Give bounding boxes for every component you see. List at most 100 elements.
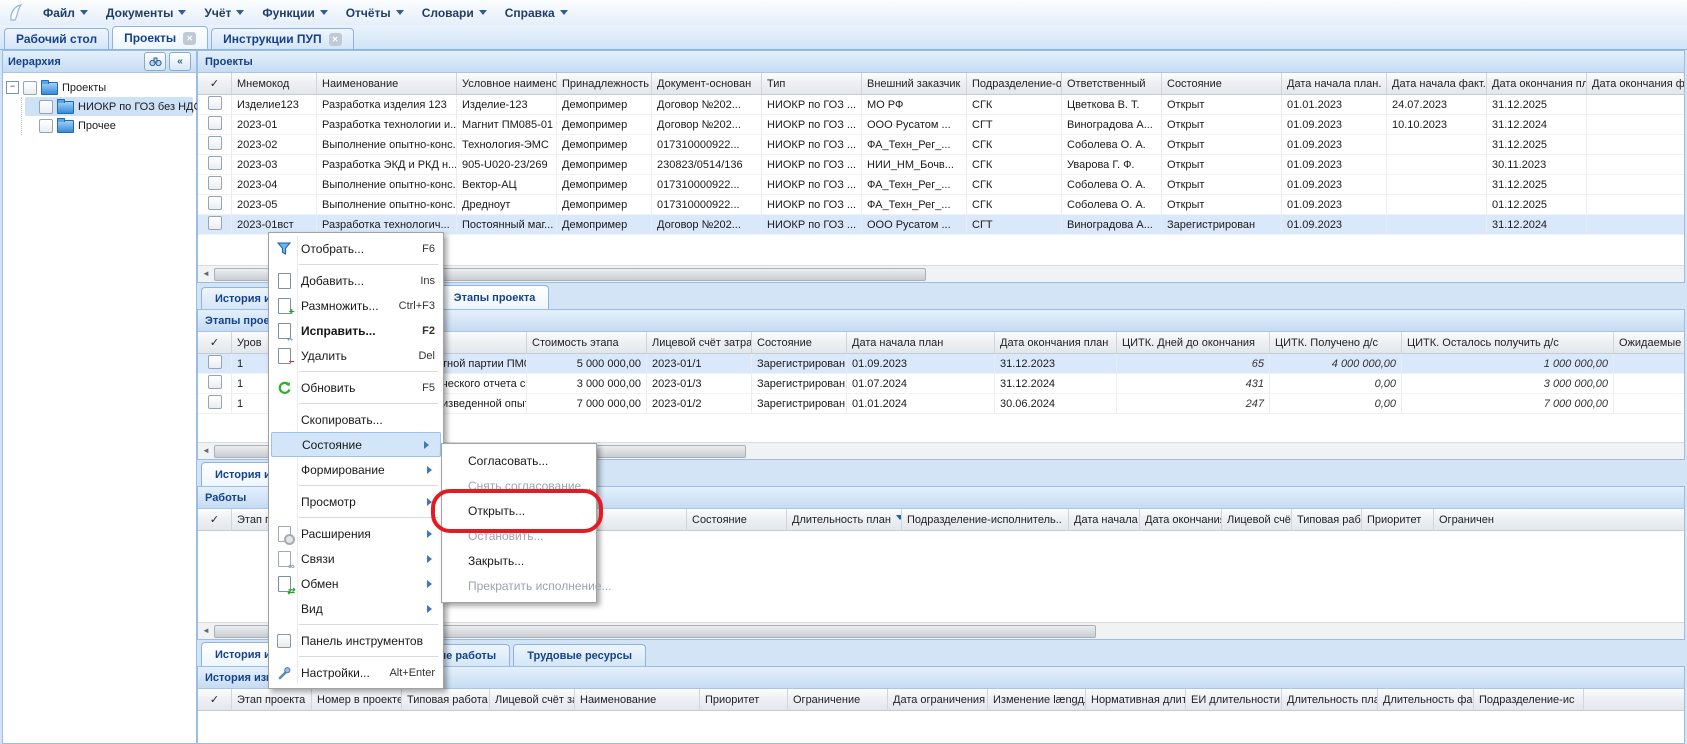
- column-header[interactable]: Состояние: [1162, 73, 1282, 95]
- column-header[interactable]: Типовая работа: [402, 689, 490, 711]
- menu-item-state[interactable]: Состояние: [271, 432, 441, 457]
- column-header[interactable]: Дата начала план.: [1069, 509, 1140, 531]
- select-all-header[interactable]: ✓: [198, 689, 232, 711]
- tree-node-root[interactable]: − Проекты: [6, 78, 193, 97]
- close-icon[interactable]: ✕: [183, 32, 196, 45]
- select-all-header[interactable]: ✓: [198, 332, 232, 354]
- tab-desktop[interactable]: Рабочий стол: [4, 28, 109, 49]
- menu-help[interactable]: Справка: [496, 4, 577, 22]
- menu-item-duplicate[interactable]: +Размножить...Ctrl+F3: [269, 293, 443, 318]
- column-header[interactable]: ЕИ длительности: [1186, 689, 1282, 711]
- column-header[interactable]: Состояние: [752, 332, 847, 354]
- menu-dictionaries[interactable]: Словари: [413, 4, 496, 22]
- row-checkbox[interactable]: [208, 355, 222, 369]
- submenu-item-open[interactable]: Открыть...: [442, 498, 596, 523]
- table-row[interactable]: Изделие123Разработка изделия 123Изделие-…: [198, 95, 1684, 115]
- scroll-left-icon[interactable]: ◄: [198, 623, 214, 639]
- column-header[interactable]: Ответственный: [1062, 73, 1162, 95]
- menu-reports[interactable]: Отчёты: [337, 4, 413, 22]
- collapse-expander-icon[interactable]: −: [6, 81, 19, 94]
- column-header[interactable]: Ожидаемые р: [1614, 332, 1684, 354]
- column-header[interactable]: Мнемокод: [232, 73, 317, 95]
- menu-item-edit[interactable]: ↔Исправить...F2: [269, 318, 443, 343]
- table-row[interactable]: 2023-04Выполнение опытно-конс...Вектор-А…: [198, 175, 1684, 195]
- column-header[interactable]: ЦИТК. Получено д/с: [1270, 332, 1402, 354]
- column-header-sorted[interactable]: Длительность план: [787, 509, 902, 531]
- column-header[interactable]: Внешний заказчик: [862, 73, 967, 95]
- row-checkbox[interactable]: [208, 156, 222, 170]
- column-header[interactable]: ЦИТК. Дней до окончания: [1117, 332, 1270, 354]
- menu-item-refresh[interactable]: ОбновитьF5: [269, 375, 443, 400]
- column-header[interactable]: Дата начала план: [847, 332, 995, 354]
- menu-item-extensions[interactable]: Расширения: [269, 521, 443, 546]
- select-all-header[interactable]: ✓: [198, 73, 232, 95]
- column-header[interactable]: Ограничен: [1434, 509, 1684, 531]
- menu-item-delete[interactable]: −УдалитьDel: [269, 343, 443, 368]
- row-checkbox[interactable]: [208, 196, 222, 210]
- column-header[interactable]: Документ-основан: [652, 73, 762, 95]
- column-header[interactable]: Изменение længдлител: [988, 689, 1086, 711]
- search-button[interactable]: [144, 52, 166, 71]
- table-row[interactable]: 2023-05Выполнение опытно-конс...Дредноут…: [198, 195, 1684, 215]
- scroll-left-icon[interactable]: ◄: [198, 443, 214, 459]
- column-header[interactable]: Дата окончания план: [995, 332, 1117, 354]
- table-row[interactable]: 2023-01Разработка технологии и...Магнит …: [198, 115, 1684, 135]
- column-header[interactable]: Состояние: [687, 509, 787, 531]
- column-header[interactable]: Лицевой счёт затрат.: [647, 332, 752, 354]
- menu-item-appearance[interactable]: Вид: [269, 596, 443, 621]
- column-header[interactable]: Приоритет: [1362, 509, 1434, 531]
- column-header[interactable]: Дата окончания пл: [1487, 73, 1587, 95]
- tab-projects[interactable]: Проекты✕: [112, 26, 208, 49]
- menu-accounting[interactable]: Учёт: [195, 4, 253, 22]
- menu-item-exchange[interactable]: ⇄Обмен: [269, 571, 443, 596]
- column-header[interactable]: Подразделение-от: [967, 73, 1062, 95]
- row-checkbox[interactable]: [208, 395, 222, 409]
- menu-functions[interactable]: Функции: [253, 4, 336, 22]
- select-all-header[interactable]: ✓: [198, 509, 232, 531]
- tab-instructions[interactable]: Инструкции ПУП✕: [211, 28, 353, 49]
- column-header[interactable]: [1584, 689, 1684, 711]
- column-header[interactable]: Уров: [232, 332, 270, 354]
- column-header[interactable]: Лицевой счёт затр: [490, 689, 575, 711]
- column-header[interactable]: Условное наименова: [457, 73, 557, 95]
- column-header[interactable]: Номер в проекте: [312, 689, 402, 711]
- menu-item-formation[interactable]: Формирование: [269, 457, 443, 482]
- row-checkbox[interactable]: [208, 216, 222, 230]
- scroll-left-icon[interactable]: ◄: [198, 266, 214, 282]
- row-checkbox[interactable]: [208, 375, 222, 389]
- column-header[interactable]: Нормативная длит: [1086, 689, 1186, 711]
- row-checkbox[interactable]: [208, 176, 222, 190]
- menu-item-add[interactable]: Добавить...Ins: [269, 268, 443, 293]
- close-icon[interactable]: ✕: [329, 33, 342, 46]
- column-header[interactable]: Длительность фак: [1378, 689, 1474, 711]
- menu-file[interactable]: Файл: [34, 4, 97, 22]
- column-header[interactable]: Принадлежность: [557, 73, 652, 95]
- tree-checkbox[interactable]: [23, 81, 37, 95]
- collapse-panel-button[interactable]: «: [169, 52, 191, 71]
- column-header[interactable]: Наименование: [317, 73, 457, 95]
- column-header[interactable]: Тип: [762, 73, 862, 95]
- tree-node-other[interactable]: Прочее: [25, 116, 193, 135]
- column-header[interactable]: Приоритет: [700, 689, 788, 711]
- table-row[interactable]: 2023-02Выполнение опытно-конс...Технолог…: [198, 135, 1684, 155]
- column-header[interactable]: Стоимость этапа: [527, 332, 647, 354]
- tab-project-stages[interactable]: Этапы проекта: [440, 285, 550, 309]
- column-header[interactable]: Дата ограничения: [888, 689, 988, 711]
- tree-checkbox[interactable]: [39, 119, 53, 133]
- row-checkbox[interactable]: [208, 136, 222, 150]
- menu-item-view[interactable]: Просмотр: [269, 489, 443, 514]
- column-header[interactable]: Дата начала факт.: [1387, 73, 1487, 95]
- column-header[interactable]: Дата окончания план: [1140, 509, 1222, 531]
- submenu-item-close[interactable]: Закрыть...: [442, 548, 596, 573]
- column-header[interactable]: ЦИТК. Осталось получить д/с: [1402, 332, 1614, 354]
- table-row[interactable]: 2023-03Разработка ЭКД и РКД н...905-U020…: [198, 155, 1684, 175]
- submenu-item-approve[interactable]: Согласовать...: [442, 448, 596, 473]
- tree-checkbox[interactable]: [39, 100, 53, 114]
- column-header[interactable]: Дата начала план.: [1282, 73, 1387, 95]
- column-header[interactable]: Подразделение-исполнитель..: [902, 509, 1069, 531]
- column-header[interactable]: Подразделение-ис: [1474, 689, 1584, 711]
- menu-item-copy[interactable]: Скопировать...: [269, 407, 443, 432]
- row-checkbox[interactable]: [208, 116, 222, 130]
- column-header[interactable]: Ограничение: [788, 689, 888, 711]
- column-header[interactable]: Дата окончания ф: [1587, 73, 1684, 95]
